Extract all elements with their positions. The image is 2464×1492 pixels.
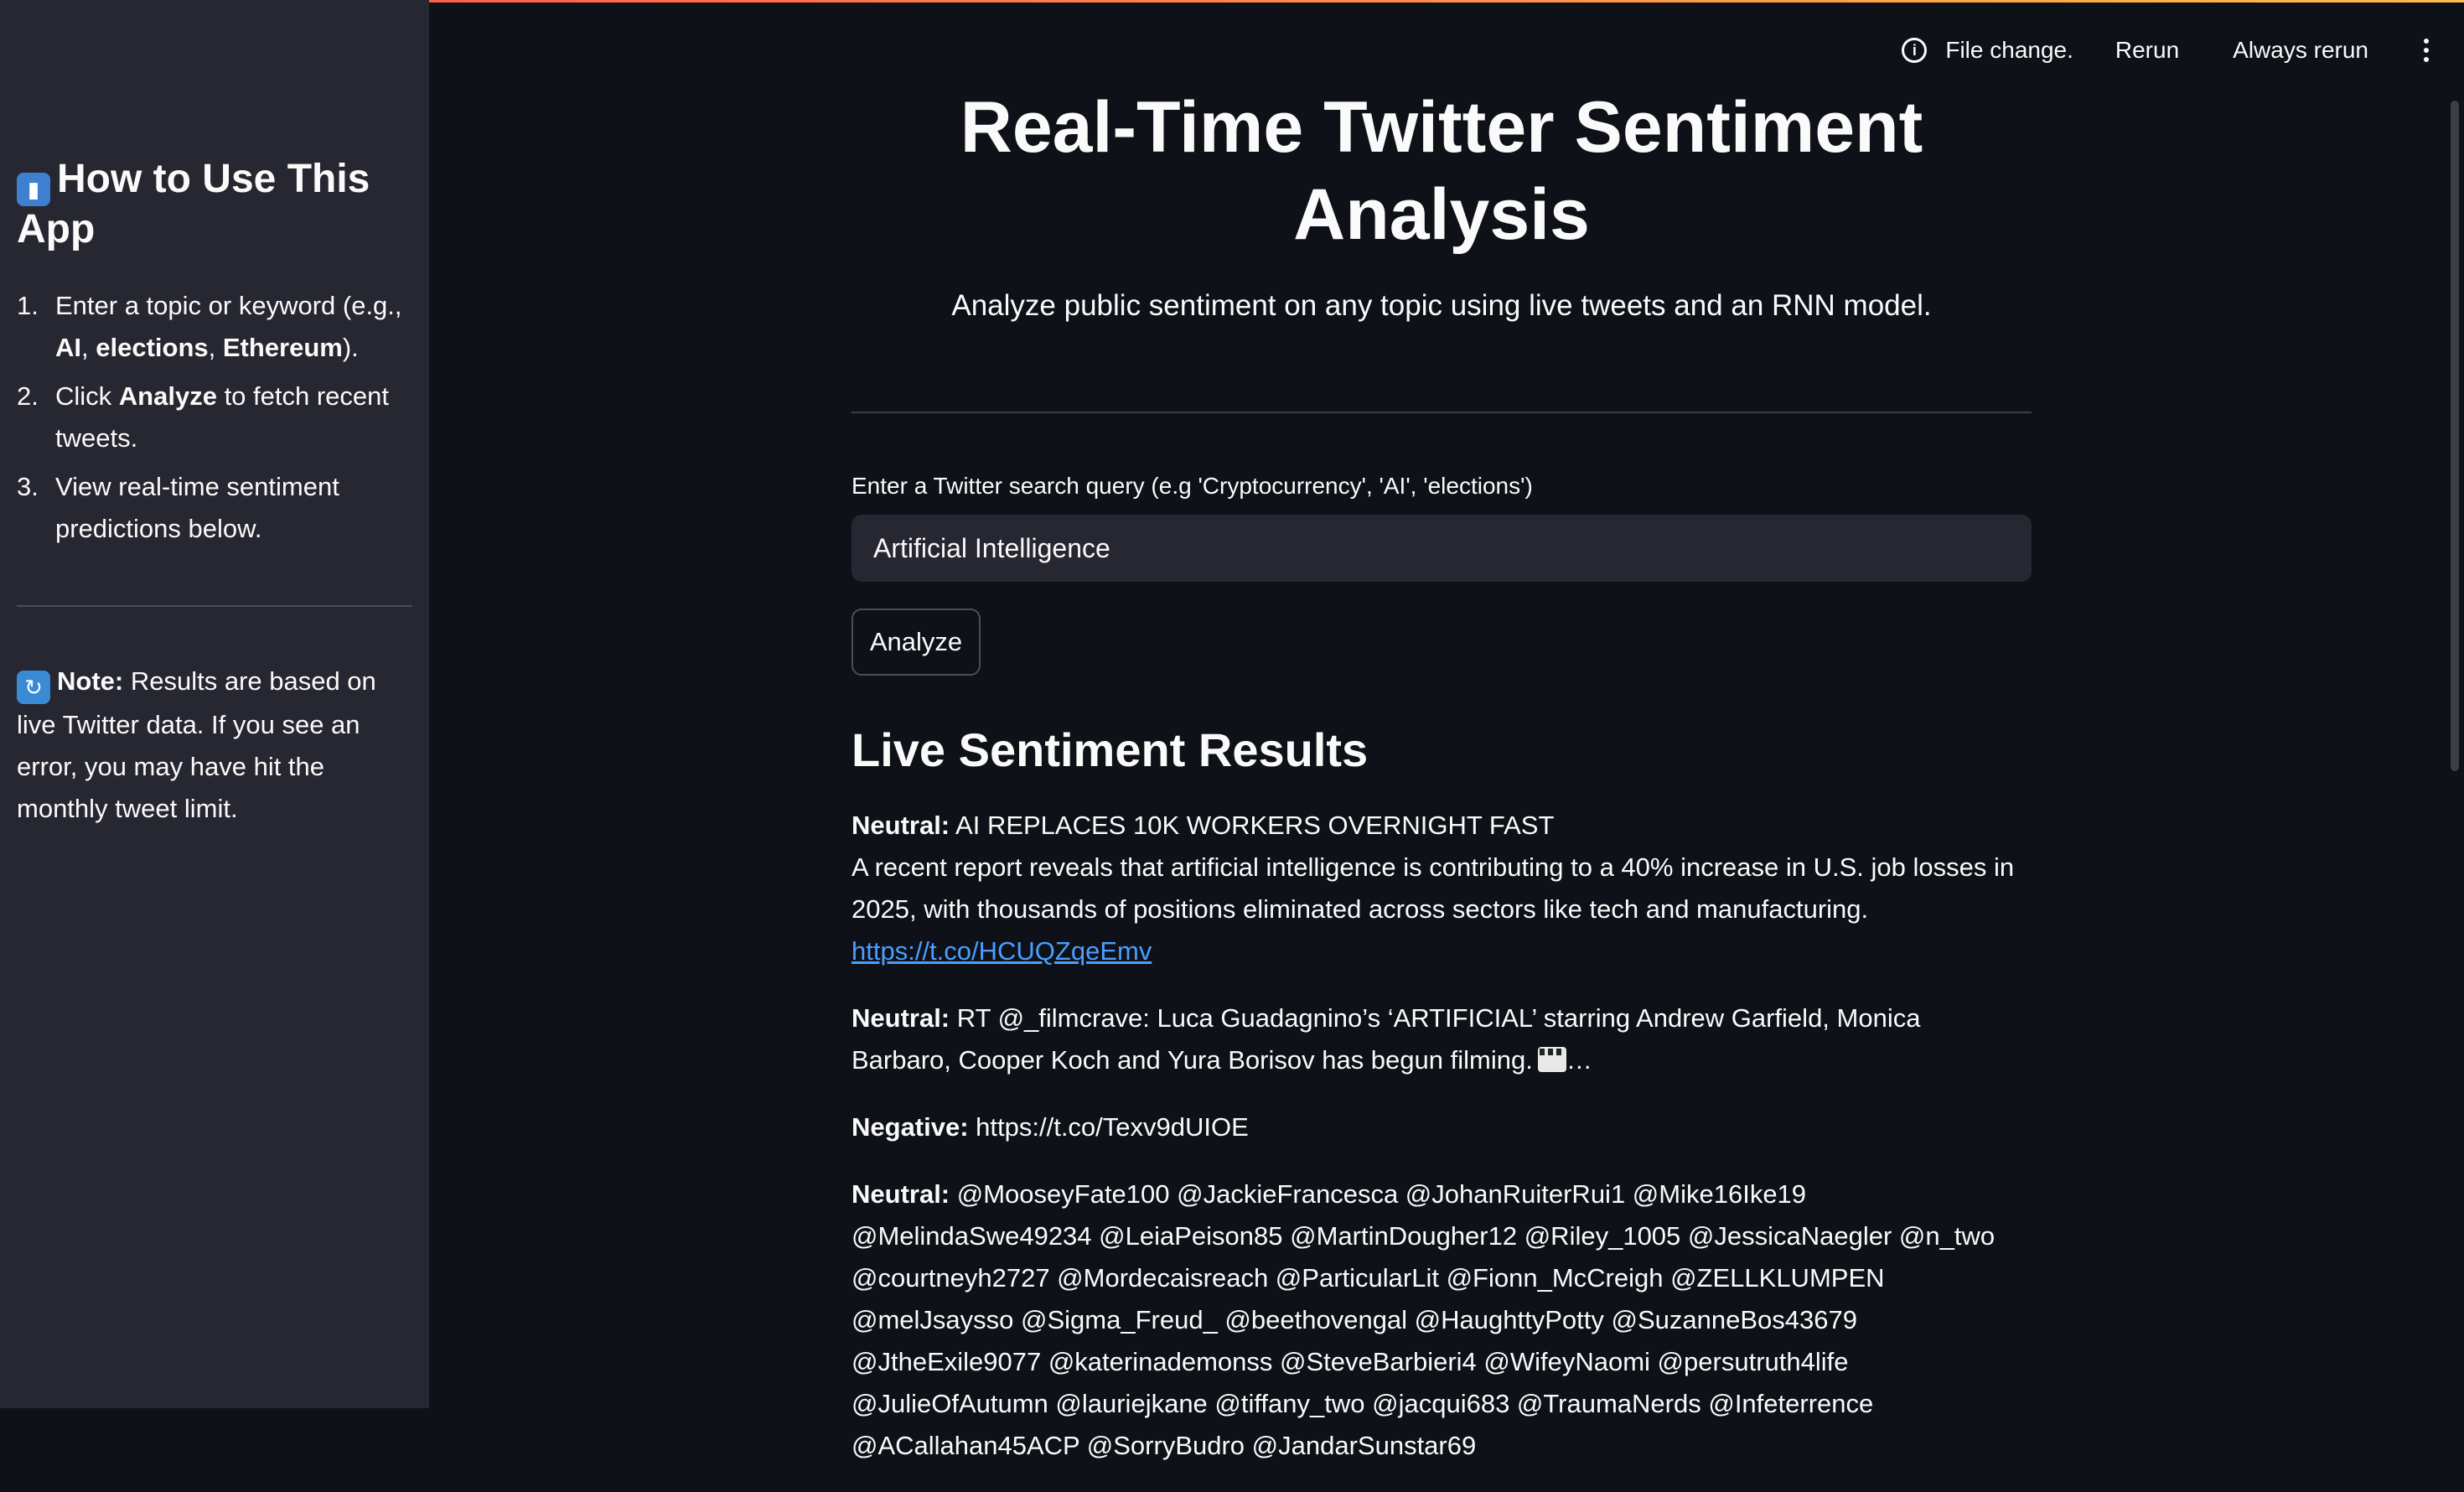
sentiment-label: Negative:: [852, 1112, 969, 1142]
file-change-status: File change.: [1945, 37, 2073, 63]
tweet-text: AI REPLACES 10K WORKERS OVERNIGHT FAST: [950, 811, 1555, 840]
page-title: Real-Time Twitter Sentiment Analysis: [960, 87, 1923, 255]
step-text: Click: [55, 381, 119, 411]
section-divider: [852, 412, 2032, 413]
always-rerun-button[interactable]: Always rerun: [2233, 37, 2368, 64]
example-ai: AI: [55, 333, 81, 362]
sidebar-note: ↻ Note: Results are based on live Twitter…: [17, 661, 411, 830]
step-number: 1.: [17, 291, 39, 320]
note-label: Note:: [57, 666, 124, 696]
sidebar-heading-text: How to Use This App: [17, 157, 370, 251]
analyze-mention: Analyze: [118, 381, 217, 411]
sidebar-heading: ▮ How to Use This App: [17, 156, 411, 253]
separator: ,: [81, 333, 96, 362]
step-text: ).: [342, 333, 359, 362]
separator: ,: [208, 333, 223, 362]
tweet-text: https://t.co/Texv9dUIOE: [968, 1112, 1249, 1142]
rerun-button[interactable]: Rerun: [2115, 37, 2179, 64]
clapperboard-icon: [1537, 1047, 1566, 1072]
sidebar: ▮ How to Use This App 1. Enter a topic or…: [0, 0, 429, 1408]
step-text: View real-time sentiment predictions bel…: [55, 472, 339, 543]
instruction-step: 2. Click Analyze to fetch recent tweets.: [17, 376, 411, 459]
book-icon: ▮: [17, 173, 50, 206]
tweet-link[interactable]: https://t.co/HCUQZqeEmv: [852, 936, 1152, 966]
app-toolbar: i File change. Rerun Always rerun: [1902, 30, 2430, 70]
sentiment-label: Neutral:: [852, 1179, 950, 1209]
instructions-list: 1. Enter a topic or keyword (e.g., AI, e…: [17, 285, 411, 557]
step-text: Enter a topic or keyword (e.g.,: [55, 291, 402, 320]
main-menu-icon[interactable]: [2422, 39, 2430, 62]
info-icon: i: [1902, 38, 1928, 63]
results-list: Neutral: AI REPLACES 10K WORKERS OVERNIG…: [852, 805, 2025, 1492]
tweet-text: RT @_filmcrave: Luca Guadagnino’s ‘ARTIF…: [852, 1003, 1921, 1075]
sentiment-label: Neutral:: [852, 1003, 950, 1033]
scrollbar[interactable]: [2451, 101, 2459, 771]
ellipsis: …: [1566, 1045, 1592, 1075]
search-label: Enter a Twitter search query (e.g 'Crypt…: [852, 473, 1533, 499]
page-subtitle: Analyze public sentiment on any topic us…: [951, 289, 1932, 322]
refresh-icon: ↻: [17, 671, 50, 704]
result-item: Neutral: @MooseyFate100 @JackieFrancesca…: [852, 1173, 2025, 1467]
example-elections: elections: [96, 333, 209, 362]
example-ethereum: Ethereum: [222, 333, 343, 362]
instruction-step: 1. Enter a topic or keyword (e.g., AI, e…: [17, 285, 411, 369]
sentiment-label: Neutral:: [852, 811, 950, 840]
instruction-step: 3. View real-time sentiment predictions …: [17, 466, 411, 550]
result-item: Neutral: RT @_filmcrave: Luca Guadagnino…: [852, 997, 2025, 1081]
tweet-text: @MooseyFate100 @JackieFrancesca @JohanRu…: [852, 1179, 1996, 1460]
analyze-button[interactable]: Analyze: [852, 609, 981, 676]
step-number: 2.: [17, 381, 39, 411]
sidebar-divider: [17, 605, 412, 607]
step-number: 3.: [17, 472, 39, 501]
result-item: Neutral: AI REPLACES 10K WORKERS OVERNIG…: [852, 805, 2025, 972]
tweet-text: A recent report reveals that artificial …: [852, 852, 2015, 924]
results-heading: Live Sentiment Results: [852, 723, 1369, 776]
result-item: Negative: https://t.co/Texv9dUIOE: [852, 1106, 2025, 1148]
search-input[interactable]: [852, 515, 2032, 582]
